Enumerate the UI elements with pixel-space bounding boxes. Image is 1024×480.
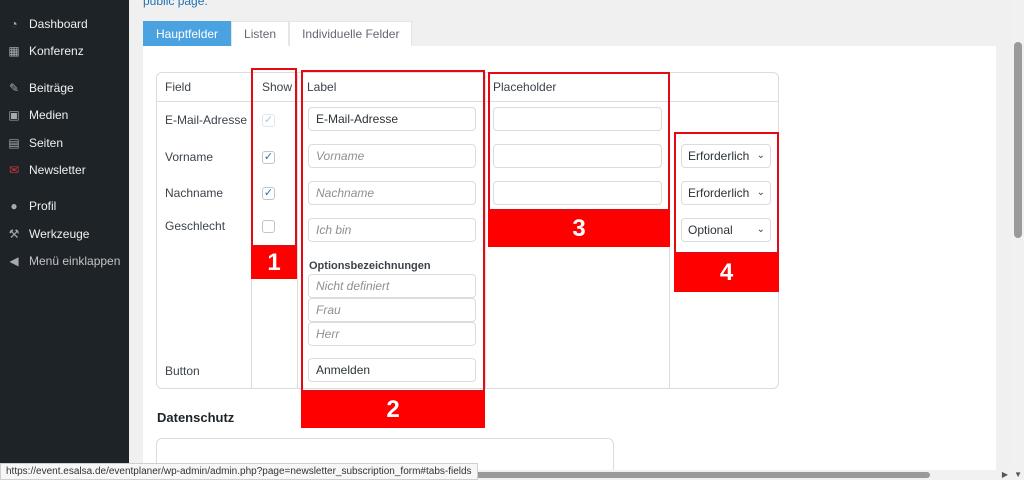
dashboard-icon: ◔ — [10, 17, 18, 31]
sidebar-item-label: Konferenz — [29, 44, 84, 58]
sidebar-item-werkzeuge[interactable]: ⚒ Werkzeuge — [0, 221, 129, 247]
sidebar-item-profil[interactable]: ● Profil — [0, 193, 129, 219]
wrench-icon: ⚒ — [8, 227, 20, 241]
field-email-label: E-Mail-Adresse — [165, 113, 248, 127]
tab-individuelle-felder[interactable]: Individuelle Felder — [289, 21, 413, 46]
sidebar-item-beitraege[interactable]: ✎ Beiträge — [0, 75, 129, 101]
sidebar-item-seiten[interactable]: ▤ Seiten — [0, 130, 129, 156]
field-vorname-label: Vorname — [165, 150, 214, 164]
tab-hauptfelder[interactable]: Hauptfelder — [143, 21, 232, 46]
sidebar-item-label: Newsletter — [29, 163, 86, 177]
annotation-box-1 — [251, 68, 297, 247]
vertical-scroll-thumb[interactable] — [1014, 42, 1022, 238]
header-field: Field — [165, 80, 192, 94]
sidebar-collapse-menu[interactable]: ◀ Menü einklappen — [0, 248, 129, 274]
scroll-right-icon[interactable]: ▶ — [1002, 470, 1008, 479]
status-bar-url: https://event.esalsa.de/eventplaner/wp-a… — [0, 463, 478, 480]
annotation-box-2 — [301, 70, 485, 392]
top-link-text[interactable]: public page. — [143, 0, 208, 8]
scroll-down-icon[interactable]: ▼ — [1014, 470, 1022, 479]
pin-icon: ✎ — [8, 81, 20, 95]
annotation-box-3 — [488, 72, 670, 211]
sidebar-item-newsletter[interactable]: ✉ Newsletter — [0, 157, 129, 183]
admin-sidebar: ◔ Dashboard ▦ Konferenz ✎ Beiträge ▣ Med… — [0, 0, 129, 480]
collapse-icon: ◀ — [9, 254, 19, 268]
pages-icon: ▤ — [8, 136, 20, 150]
column-divider — [297, 73, 298, 388]
annotation-label-1: 1 — [251, 247, 297, 279]
tab-listen[interactable]: Listen — [231, 21, 290, 46]
annotation-label-2: 2 — [301, 392, 485, 428]
sidebar-item-label: Beiträge — [29, 81, 74, 95]
column-divider — [485, 73, 486, 388]
sidebar-item-konferenz[interactable]: ▦ Konferenz — [0, 38, 129, 64]
tab-bar: Hauptfelder Listen Individuelle Felder — [143, 21, 413, 46]
sidebar-item-label: Profil — [29, 199, 57, 213]
field-geschlecht-label: Geschlecht — [165, 219, 226, 233]
sidebar-item-medien[interactable]: ▣ Medien — [0, 102, 129, 128]
media-icon: ▣ — [8, 108, 20, 122]
sidebar-item-label: Menü einklappen — [29, 254, 121, 268]
newsletter-icon: ✉ — [8, 163, 20, 177]
sidebar-item-dashboard[interactable]: ◔ Dashboard — [0, 11, 129, 37]
section-title-datenschutz: Datenschutz — [157, 410, 235, 425]
annotation-label-4: 4 — [674, 254, 779, 292]
vertical-scrollbar[interactable] — [1012, 0, 1024, 470]
sidebar-item-label: Dashboard — [29, 17, 88, 31]
calendar-icon: ▦ — [8, 44, 20, 58]
sidebar-item-label: Werkzeuge — [29, 227, 90, 241]
annotation-label-3: 3 — [488, 211, 670, 247]
sidebar-item-label: Seiten — [29, 136, 64, 150]
sidebar-item-label: Medien — [29, 108, 69, 122]
user-icon: ● — [10, 199, 18, 213]
field-button-label: Button — [165, 364, 200, 378]
annotation-box-4 — [674, 132, 779, 254]
field-nachname-label: Nachname — [165, 186, 224, 200]
